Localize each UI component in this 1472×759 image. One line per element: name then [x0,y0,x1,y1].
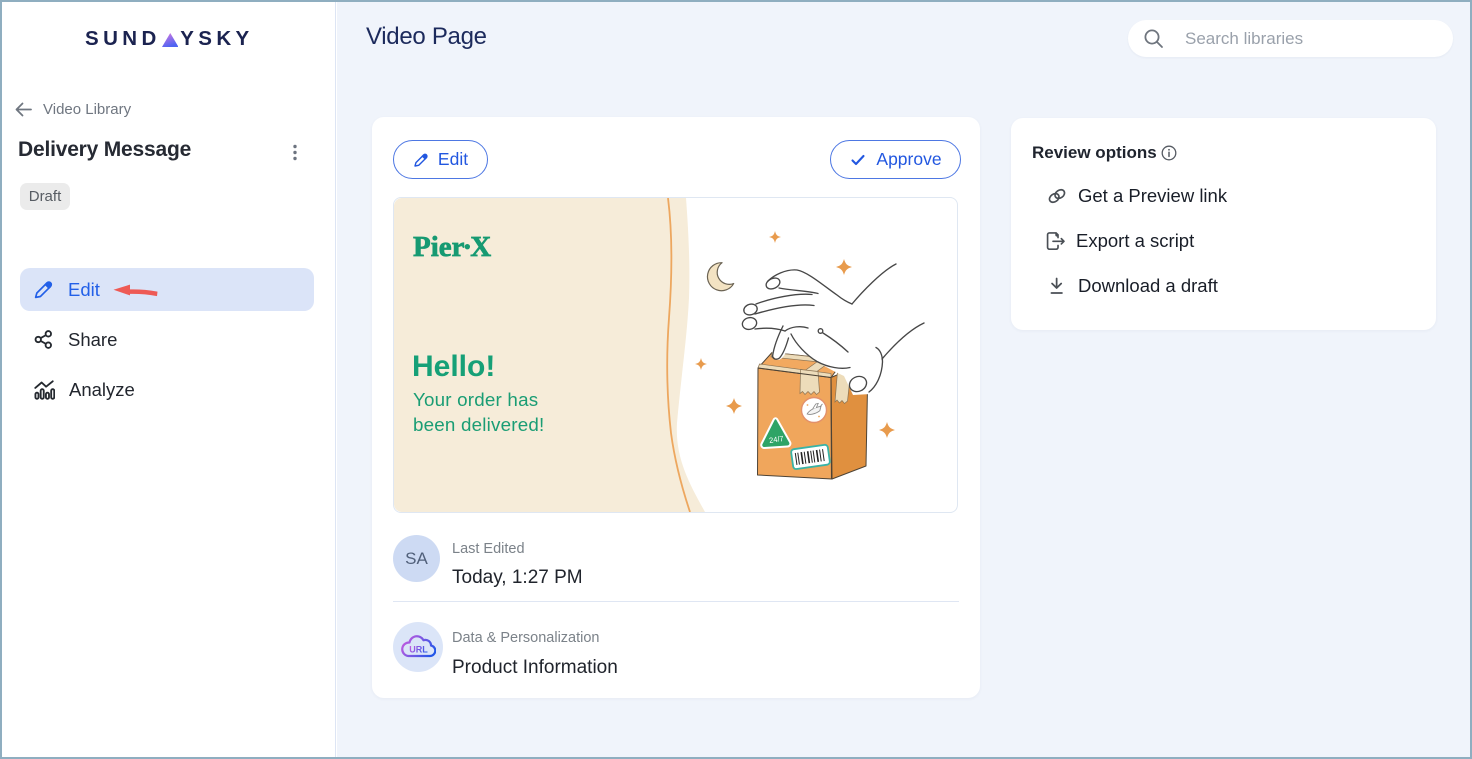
svg-text:Hello!: Hello! [412,350,495,383]
svg-text:Your order has: Your order has [413,389,538,410]
svg-text:URL: URL [409,645,428,655]
svg-text:been delivered!: been delivered! [413,414,544,435]
svg-text:Pier·X: Pier·X [413,231,491,263]
